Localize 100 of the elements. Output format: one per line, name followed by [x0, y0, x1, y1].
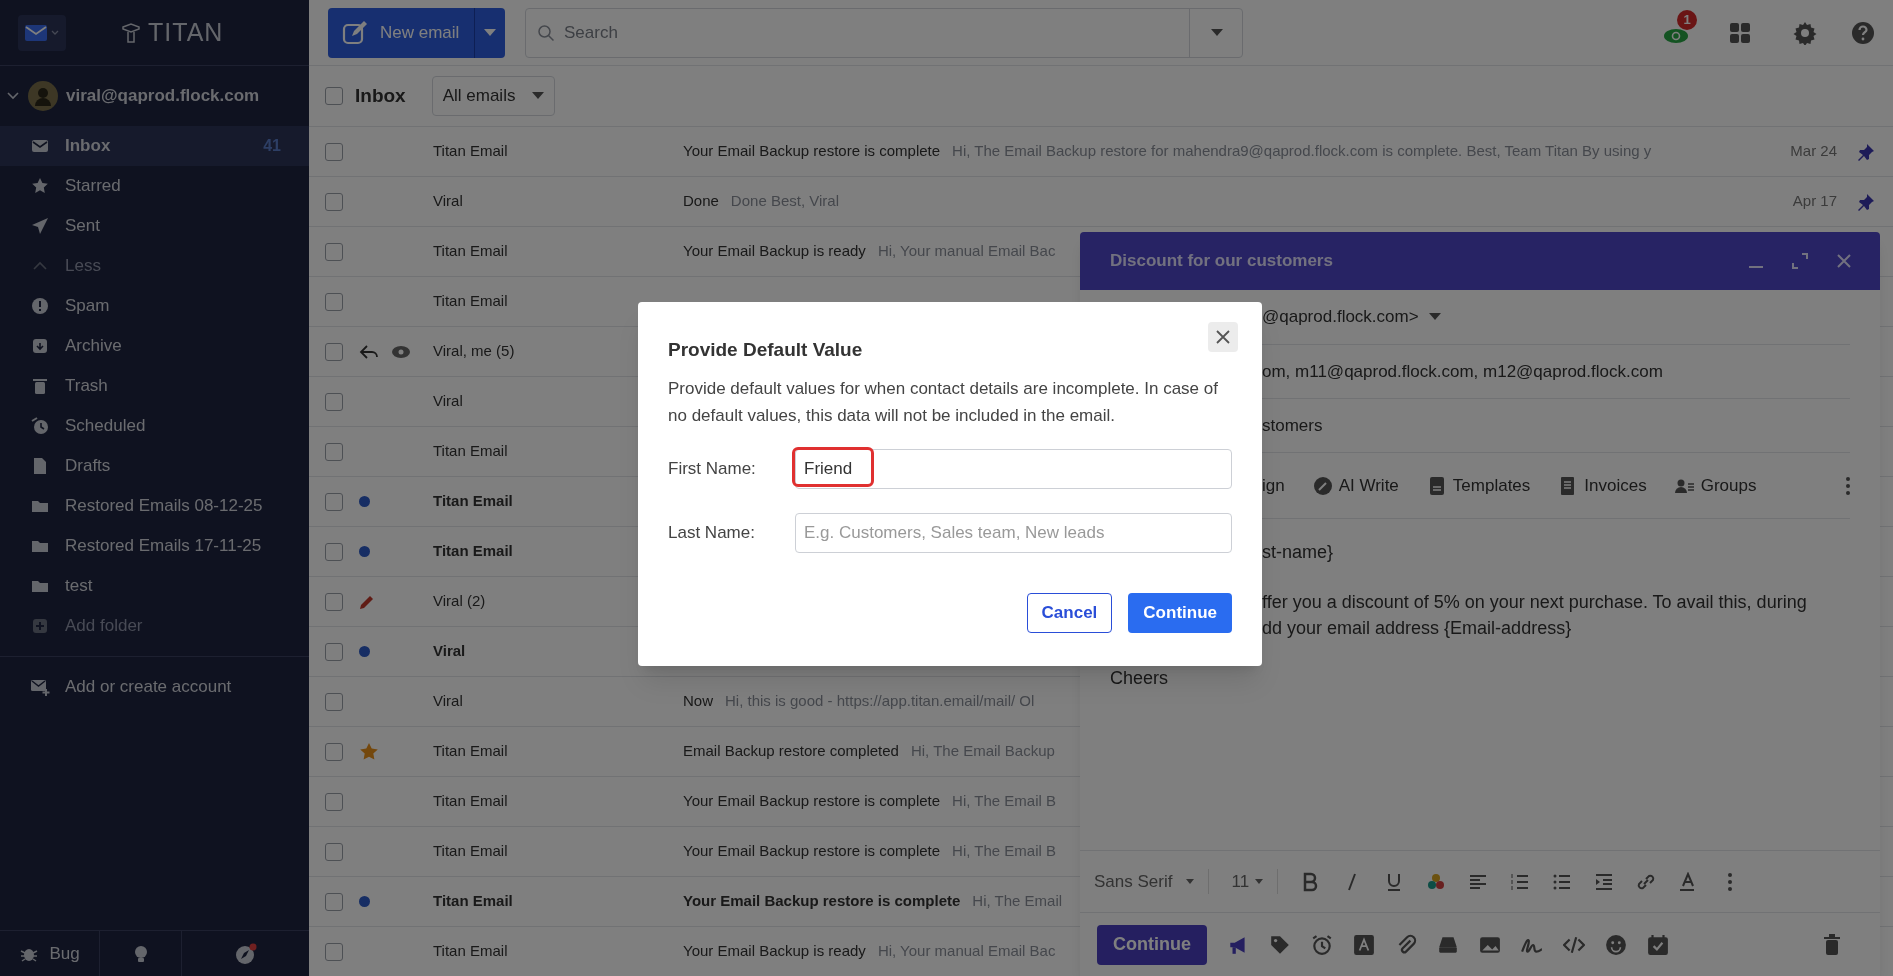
- sidebar-item[interactable]: Add folder: [0, 606, 309, 646]
- sender-name: Titan Email: [433, 941, 509, 962]
- compose-tool-button[interactable]: Templates: [1426, 472, 1531, 499]
- cube-logo-icon: [120, 21, 142, 44]
- sidebar-item[interactable]: Restored Emails 08-12-25: [0, 486, 309, 526]
- select-all-checkbox[interactable]: [325, 87, 343, 105]
- email-subject: Your Email Backup restore is complete: [683, 891, 961, 912]
- exclamation-icon: [30, 296, 50, 316]
- caret-down-icon[interactable]: [1210, 28, 1223, 37]
- continue-button[interactable]: Continue: [1097, 924, 1207, 965]
- indent-icon[interactable]: [1594, 871, 1615, 892]
- emoji-icon[interactable]: [1605, 933, 1627, 956]
- email-subject: Done: [683, 191, 719, 212]
- email-preview: Hi, The Email: [972, 891, 1063, 912]
- sidebar-item[interactable]: Drafts: [0, 446, 309, 486]
- sidebar-item[interactable]: Spam: [0, 286, 309, 326]
- sender-name: Viral: [433, 191, 464, 212]
- row-checkbox[interactable]: [325, 942, 343, 961]
- row-checkbox[interactable]: [325, 892, 343, 911]
- settings-icon[interactable]: [1793, 20, 1817, 45]
- row-checkbox[interactable]: [325, 242, 343, 261]
- list-title: Inbox: [355, 83, 406, 108]
- help-icon[interactable]: [1851, 20, 1875, 45]
- row-checkbox[interactable]: [325, 442, 343, 461]
- sender-name: Titan Email: [433, 291, 509, 312]
- email-row[interactable]: Viral Done Done Best, Viral Apr 17: [309, 177, 1893, 227]
- add-account-item[interactable]: Add or create account: [0, 667, 309, 707]
- clock-icon: [30, 416, 50, 436]
- dialog-description: Provide default values for when contact details are incomplete. In case of no default values, this data will not be included in the email.: [668, 377, 1219, 427]
- row-checkbox[interactable]: [325, 492, 343, 511]
- email-preview: Hi, The Email B: [952, 841, 1056, 862]
- numbered-list-icon[interactable]: [1510, 871, 1531, 892]
- dialog-title: Provide Default Value: [668, 338, 863, 362]
- apps-grid-icon[interactable]: [1729, 21, 1751, 44]
- compose-tool-button[interactable]: Groups: [1674, 472, 1757, 499]
- size-dropdown[interactable]: 11: [1231, 868, 1279, 895]
- envelope-plus-icon: [30, 677, 50, 697]
- sidebar-item[interactable]: Starred: [0, 166, 309, 206]
- more-vertical-icon[interactable]: [1846, 476, 1850, 495]
- sender-name: Titan Email: [433, 441, 509, 462]
- sidebar-item[interactable]: Restored Emails 17-11-25: [0, 526, 309, 566]
- email-preview: Done Best, Viral: [730, 191, 839, 212]
- row-checkbox[interactable]: [325, 142, 343, 161]
- trash-icon[interactable]: [1822, 933, 1842, 956]
- envelope-icon: [24, 22, 48, 43]
- field-label: Last Name:: [668, 521, 756, 544]
- sender-name: Titan Email: [433, 491, 514, 512]
- filter-dropdown[interactable]: All emails: [431, 76, 555, 116]
- alarm-clock-icon[interactable]: [1311, 933, 1333, 956]
- email-subject: Email Backup restore completed: [683, 741, 899, 762]
- sidebar-item[interactable]: Inbox 41: [0, 126, 309, 166]
- new-email-button[interactable]: New email: [328, 7, 505, 58]
- pin-icon[interactable]: [1857, 142, 1875, 161]
- row-checkbox[interactable]: [325, 592, 343, 611]
- text-input[interactable]: E.g. Customers, Sales team, New leads: [795, 512, 1232, 553]
- bug-button[interactable]: Bug: [0, 931, 100, 976]
- pin-icon[interactable]: [1857, 192, 1875, 211]
- calendar-check-icon[interactable]: [1647, 933, 1669, 956]
- compose-tool-button[interactable]: AI Write: [1312, 472, 1399, 499]
- row-checkbox[interactable]: [325, 842, 343, 861]
- from-address: @qaprod.flock.com>: [1262, 306, 1419, 329]
- close-icon[interactable]: [1836, 253, 1852, 269]
- sender-name: Titan Email: [433, 241, 509, 262]
- email-subject: Your Email Backup is ready: [683, 241, 866, 262]
- row-checkbox[interactable]: [325, 542, 343, 561]
- row-checkbox[interactable]: [325, 392, 343, 411]
- row-checkbox[interactable]: [325, 742, 343, 761]
- caret-down-icon: [484, 28, 496, 37]
- app-switcher-button[interactable]: [18, 14, 66, 51]
- row-checkbox[interactable]: [325, 792, 343, 811]
- cancel-button[interactable]: Cancel: [1026, 592, 1113, 633]
- row-checkbox[interactable]: [325, 692, 343, 711]
- caret-down-icon: [531, 92, 544, 100]
- email-row[interactable]: Titan Email Your Email Backup restore is complete Hi, The Email Backup restore for mahendra9@qaprod.flock.com is complete. Best, Team Titan By using y Mar 24: [309, 127, 1893, 177]
- caret-down-icon: [1255, 878, 1264, 885]
- color-dots-icon[interactable]: [1426, 871, 1447, 892]
- text-box-icon[interactable]: [1353, 933, 1375, 956]
- account-email[interactable]: viral@qaprod.flock.com: [66, 83, 260, 109]
- compose-tool-button[interactable]: ign: [1262, 472, 1285, 499]
- tag-icon[interactable]: [1269, 933, 1291, 956]
- compose-tool-button[interactable]: Invoices: [1558, 472, 1647, 499]
- sender-name: Titan Email: [433, 791, 509, 812]
- row-checkbox[interactable]: [325, 642, 343, 661]
- star-icon[interactable]: [359, 741, 379, 762]
- sidebar-item[interactable]: Scheduled: [0, 406, 309, 446]
- close-button[interactable]: [1208, 322, 1238, 352]
- sidebar-item[interactable]: Trash: [0, 366, 309, 406]
- sidebar-item[interactable]: Sent: [0, 206, 309, 246]
- sidebar-item[interactable]: Less: [0, 246, 309, 286]
- continue-button[interactable]: Continue: [1128, 592, 1232, 633]
- sidebar-item[interactable]: test: [0, 566, 309, 606]
- row-checkbox[interactable]: [325, 342, 343, 361]
- search-field[interactable]: Search: [525, 7, 1243, 58]
- caret-down-icon[interactable]: [1428, 313, 1441, 321]
- sidebar-item[interactable]: Archive: [0, 326, 309, 366]
- row-checkbox[interactable]: [325, 292, 343, 311]
- font-dropdown[interactable]: Sans Serif: [1094, 868, 1210, 895]
- expand-icon[interactable]: [1792, 253, 1808, 269]
- row-checkbox[interactable]: [325, 192, 343, 211]
- email-subject: Now: [683, 691, 713, 712]
